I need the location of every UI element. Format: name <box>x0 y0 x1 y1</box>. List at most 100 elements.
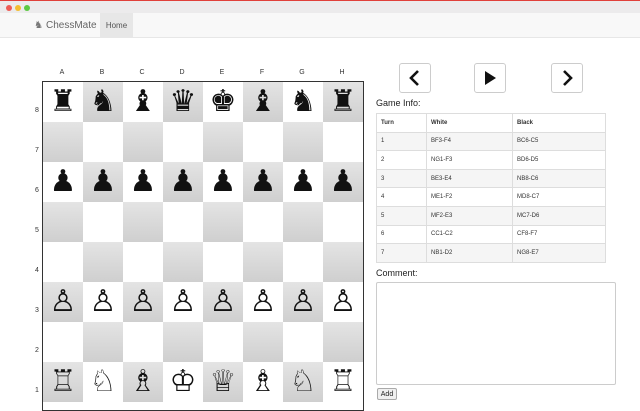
previous-move-button[interactable] <box>399 63 431 93</box>
move-row[interactable]: 5 MF2-E3 MC7-D6 <box>376 205 606 226</box>
board-square[interactable] <box>283 242 323 282</box>
rank-label: 4 <box>35 267 39 274</box>
black-move-cell: NB8-C6 <box>512 168 606 189</box>
board-square[interactable] <box>163 122 203 162</box>
board-square[interactable]: ♟ <box>163 162 203 202</box>
board-square[interactable]: ♖ <box>43 362 83 402</box>
play-button[interactable] <box>474 63 506 93</box>
board-square[interactable] <box>283 122 323 162</box>
board-square[interactable] <box>123 322 163 362</box>
board-square[interactable] <box>203 122 243 162</box>
nav-home-link[interactable]: Home <box>100 13 133 37</box>
board-square[interactable] <box>203 202 243 242</box>
move-row[interactable]: 3 BE3-E4 NB8-C6 <box>376 168 606 189</box>
board-square[interactable] <box>163 242 203 282</box>
board-square[interactable] <box>243 122 283 162</box>
file-label: C <box>139 69 145 76</box>
board-square[interactable] <box>123 242 163 282</box>
board-square[interactable] <box>243 242 283 282</box>
board-square[interactable] <box>123 122 163 162</box>
board-square[interactable]: ♟ <box>283 162 323 202</box>
move-row[interactable]: 4 ME1-F2 MD8-C7 <box>376 187 606 207</box>
board-square[interactable] <box>83 202 123 242</box>
board-square[interactable] <box>283 322 323 362</box>
board-square[interactable]: ♖ <box>323 362 363 402</box>
brand[interactable]: ♞ ChessMate <box>34 20 97 31</box>
board-square[interactable]: ♛ <box>163 82 203 122</box>
rank-label: 6 <box>35 187 39 194</box>
board-square[interactable]: ♟ <box>203 162 243 202</box>
board-square[interactable]: ♙ <box>163 282 203 322</box>
minimize-window-button[interactable] <box>15 5 21 11</box>
board-square[interactable]: ♙ <box>83 282 123 322</box>
board-square[interactable]: ♚ <box>203 82 243 122</box>
move-row[interactable]: 1 BF3-F4 BC6-C5 <box>376 131 606 152</box>
file-label: D <box>179 69 185 76</box>
board-square[interactable]: ♝ <box>123 82 163 122</box>
board-square[interactable]: ♙ <box>323 282 363 322</box>
file-label: H <box>339 69 345 76</box>
board-square[interactable]: ♙ <box>283 282 323 322</box>
board-square[interactable] <box>323 242 363 282</box>
board-square[interactable] <box>323 202 363 242</box>
board-square[interactable]: ♞ <box>83 82 123 122</box>
moves-table-header: Turn White Black <box>376 113 606 133</box>
board-square[interactable] <box>83 242 123 282</box>
board-square[interactable]: ♕ <box>203 362 243 402</box>
board-square[interactable]: ♟ <box>123 162 163 202</box>
turn-cell: 7 <box>376 243 427 263</box>
move-row[interactable]: 2 NG1-F3 BD6-D5 <box>376 150 606 170</box>
board-square[interactable]: ♗ <box>243 362 283 402</box>
board-square[interactable]: ♟ <box>323 162 363 202</box>
rank-label: 7 <box>35 147 39 154</box>
board-square[interactable] <box>203 322 243 362</box>
board-square[interactable]: ♟ <box>43 162 83 202</box>
board-square[interactable]: ♙ <box>203 282 243 322</box>
move-row[interactable]: 7 NB1-D2 NG8-E7 <box>376 243 606 263</box>
board-square[interactable] <box>163 322 203 362</box>
rank-label: 2 <box>35 347 39 354</box>
board-square[interactable] <box>43 202 83 242</box>
next-move-button[interactable] <box>551 63 583 93</box>
board-square[interactable] <box>43 242 83 282</box>
board-square[interactable] <box>323 322 363 362</box>
file-label: B <box>99 69 105 76</box>
board-square[interactable] <box>123 202 163 242</box>
turn-cell: 5 <box>376 205 427 226</box>
board-square[interactable]: ♞ <box>283 82 323 122</box>
add-comment-button[interactable]: Add <box>377 388 397 400</box>
board-square[interactable]: ♟ <box>243 162 283 202</box>
board-square[interactable] <box>323 122 363 162</box>
board-square[interactable]: ♙ <box>43 282 83 322</box>
board-square[interactable]: ♜ <box>43 82 83 122</box>
board-square[interactable]: ♘ <box>283 362 323 402</box>
board-square[interactable] <box>83 122 123 162</box>
maximize-window-button[interactable] <box>24 5 30 11</box>
board-square[interactable]: ♙ <box>123 282 163 322</box>
board-square[interactable]: ♟ <box>83 162 123 202</box>
board-square[interactable]: ♙ <box>243 282 283 322</box>
black-move-cell: BD6-D5 <box>512 150 606 170</box>
board-square[interactable]: ♝ <box>243 82 283 122</box>
board-square[interactable] <box>243 322 283 362</box>
close-window-button[interactable] <box>6 5 12 11</box>
comment-input[interactable] <box>376 282 616 385</box>
black-move-cell: NG8-E7 <box>512 243 606 263</box>
move-row[interactable]: 6 CC1-C2 CF8-F7 <box>376 224 606 245</box>
board-square[interactable]: ♘ <box>83 362 123 402</box>
board-square[interactable] <box>43 122 83 162</box>
board-square[interactable]: ♜ <box>323 82 363 122</box>
board-square[interactable]: ♔ <box>163 362 203 402</box>
board-square[interactable] <box>43 322 83 362</box>
board-square[interactable] <box>83 322 123 362</box>
white-move-cell: MF2-E3 <box>426 205 513 226</box>
file-label: F <box>259 69 265 76</box>
black-move-cell: MC7-D6 <box>512 205 606 226</box>
board-square[interactable] <box>243 202 283 242</box>
board-square[interactable] <box>203 242 243 282</box>
board-square[interactable] <box>163 202 203 242</box>
board-square[interactable]: ♗ <box>123 362 163 402</box>
brand-name: ChessMate <box>45 20 97 31</box>
board-square[interactable] <box>283 202 323 242</box>
knight-icon: ♞ <box>34 20 43 31</box>
